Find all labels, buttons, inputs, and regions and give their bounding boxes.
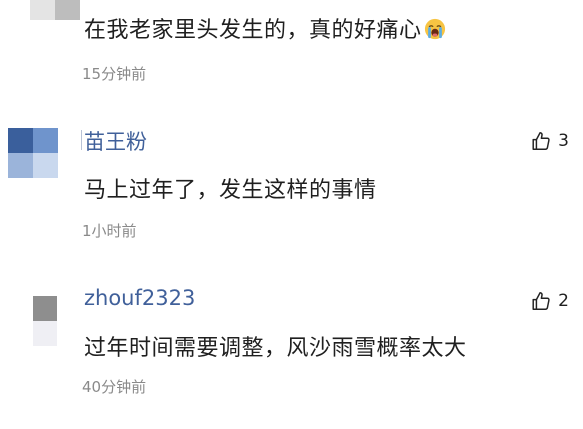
like-count: 2 [558,291,569,311]
like-button[interactable]: 2 [530,290,569,312]
like-count: 3 [558,131,569,151]
loudly-crying-face-icon [424,18,445,40]
avatar[interactable] [33,296,57,346]
comment-text: 过年时间需要调整，风沙雨雪概率太大 [84,336,467,361]
comment-item: 苗王粉 3 马上过年了，发生这样的事情 1小时前 [0,110,583,250]
comment-text: 马上过年了，发生这样的事情 [84,178,377,203]
comment-item: 在我老家里头发生的，真的好痛心 15分钟前 [0,0,583,100]
comment-username[interactable]: 苗王粉 [84,126,147,156]
avatar-tile [8,128,33,153]
comment-time: 40分钟前 [82,378,147,396]
thumbs-up-icon [532,132,550,150]
avatar[interactable] [8,128,58,178]
avatar-tile [33,128,58,153]
avatar-tile [30,0,55,20]
like-button[interactable]: 3 [530,130,569,152]
comment-text: 在我老家里头发生的，真的好痛心 [84,12,446,44]
avatar-tile [33,153,58,178]
comment-text-body: 在我老家里头发生的，真的好痛心 [84,18,422,43]
avatar-tile [8,153,33,178]
username-divider [81,130,82,150]
comment-username[interactable]: zhouf2323 [84,286,195,310]
avatar-tile [55,0,80,20]
comment-item: zhouf2323 2 过年时间需要调整，风沙雨雪概率太大 40分钟前 [0,270,583,410]
avatar-tile [33,321,57,346]
avatar[interactable] [30,0,80,20]
comment-time: 15分钟前 [82,65,147,83]
comment-time: 1小时前 [82,222,137,240]
thumbs-up-icon [532,292,550,310]
avatar-tile [33,296,57,321]
